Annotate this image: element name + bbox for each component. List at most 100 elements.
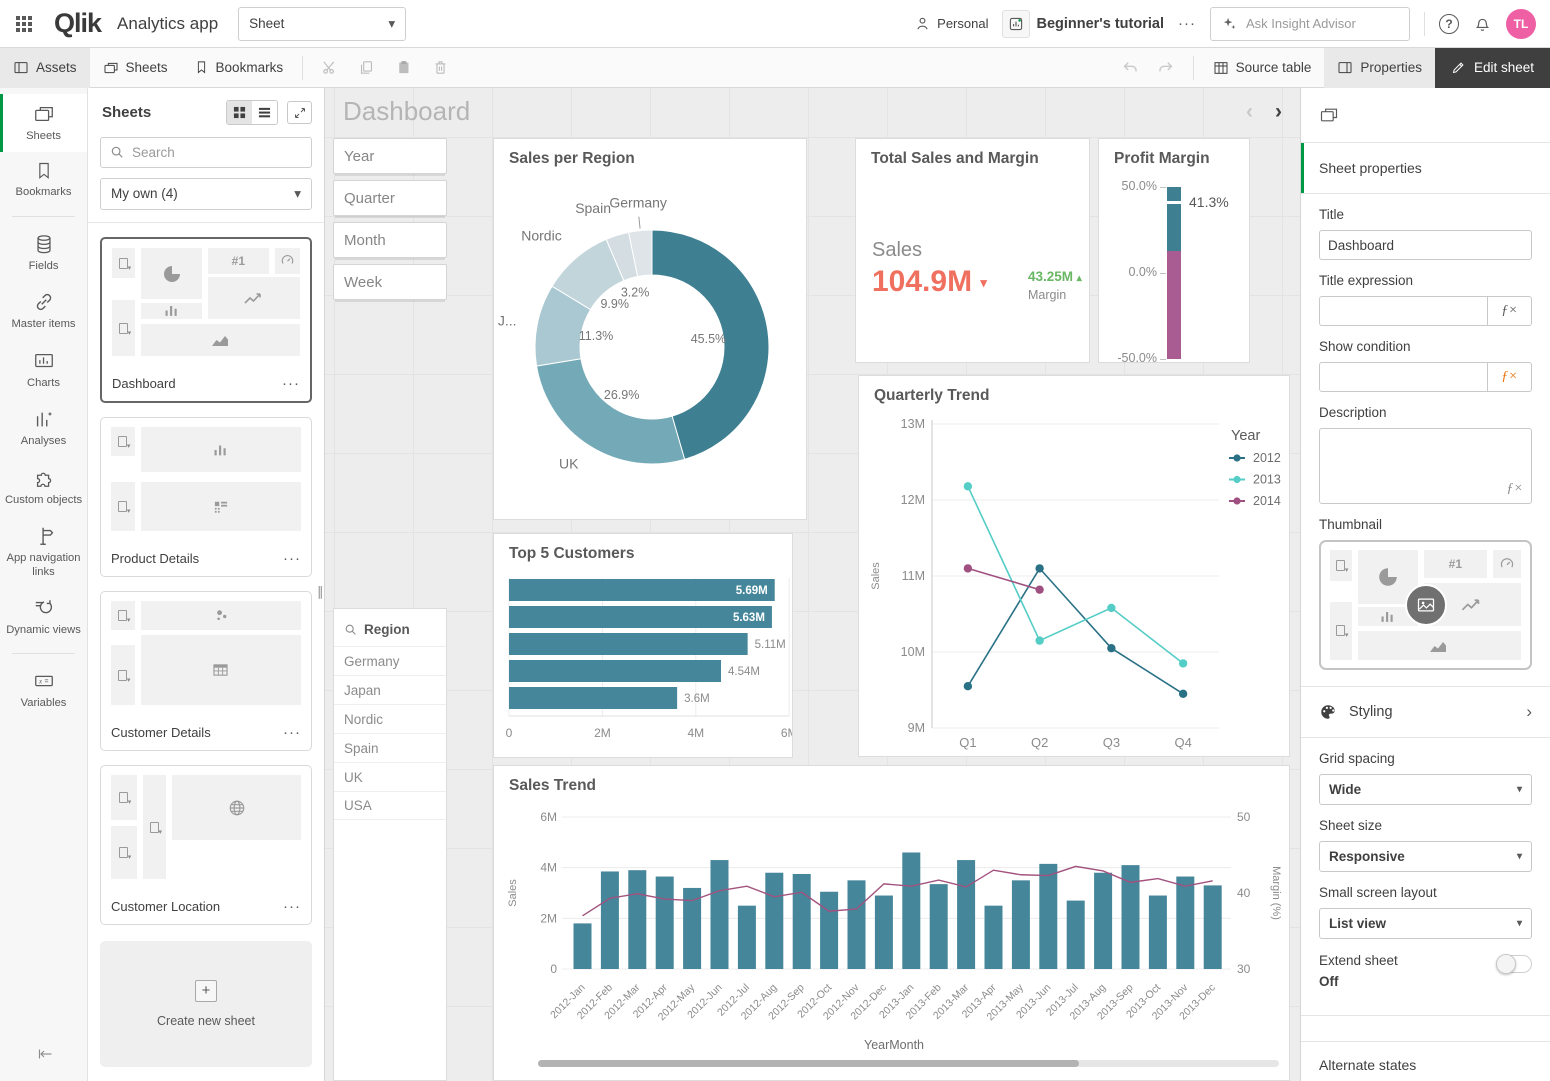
- qlik-logo[interactable]: Qlik: [54, 8, 101, 39]
- rail-item-custom-objects[interactable]: Custom objects: [0, 458, 87, 516]
- rail-item-variables[interactable]: x = Variables: [0, 661, 87, 719]
- sheets-search-input[interactable]: [132, 145, 282, 160]
- rail-item-analyses[interactable]: Analyses: [0, 399, 87, 457]
- tab-bookmarks[interactable]: Bookmarks: [181, 48, 297, 88]
- filter-pane-week[interactable]: Week: [333, 264, 447, 300]
- copy-icon[interactable]: [358, 59, 375, 76]
- bar-2012-Apr[interactable]: [656, 877, 674, 969]
- kpi-primary-value[interactable]: 104.9M ▾: [872, 265, 987, 299]
- thumbnail-preview[interactable]: #1: [1319, 540, 1532, 670]
- user-avatar[interactable]: TL: [1506, 9, 1536, 39]
- grid-spacing-select[interactable]: Wide ▾: [1319, 774, 1532, 805]
- bar-2012-Jan[interactable]: [574, 923, 592, 969]
- next-sheet-icon[interactable]: ›: [1275, 100, 1282, 124]
- bar-2012-Sep[interactable]: [793, 874, 811, 969]
- bar-2012-Jul[interactable]: [738, 906, 756, 969]
- fx-icon[interactable]: ƒ×: [1507, 481, 1523, 497]
- region-item-usa[interactable]: USA: [334, 791, 446, 820]
- filter-pane-year[interactable]: Year: [333, 138, 447, 174]
- line-point-2012[interactable]: [1179, 690, 1187, 698]
- bar-2013-Jul[interactable]: [1067, 901, 1085, 969]
- bar-2012-Jun[interactable]: [711, 860, 729, 969]
- sheet-size-select[interactable]: Responsive ▾: [1319, 841, 1532, 872]
- rail-item-dynamic-views[interactable]: Dynamic views: [0, 588, 87, 646]
- title-expression-input[interactable]: [1319, 296, 1488, 326]
- sheet-thumb-customer-location[interactable]: Customer Location ···: [100, 765, 312, 925]
- rail-item-fields[interactable]: Fields: [0, 224, 87, 282]
- bar-2013-Aug[interactable]: [1094, 873, 1112, 969]
- insight-advisor-input[interactable]: [1246, 16, 1386, 31]
- bar-2013-Jun[interactable]: [1039, 864, 1057, 969]
- filter-pane-quarter[interactable]: Quarter: [333, 180, 447, 216]
- sheet-selector[interactable]: Sheet ▾: [238, 7, 406, 41]
- region-item-uk[interactable]: UK: [334, 762, 446, 791]
- line-point-2013[interactable]: [964, 482, 972, 490]
- rail-item-charts[interactable]: Charts: [0, 341, 87, 399]
- alternate-states-section[interactable]: Alternate states: [1301, 1041, 1550, 1081]
- sheet-more-menu[interactable]: ···: [282, 375, 300, 392]
- rail-item-master-items[interactable]: Master items: [0, 282, 87, 340]
- collapse-panel-icon[interactable]: [0, 1029, 87, 1081]
- fx-expression-button[interactable]: ƒ×: [1488, 362, 1532, 392]
- scrollbar-thumb[interactable]: [538, 1060, 1079, 1067]
- grid-view-button[interactable]: [227, 101, 252, 124]
- bar-2013-Sep[interactable]: [1122, 865, 1140, 969]
- sheets-collection-filter[interactable]: My own (4) ▾: [100, 178, 312, 210]
- panel-resize-handle[interactable]: ∥: [317, 584, 324, 600]
- region-item-japan[interactable]: Japan: [334, 675, 446, 704]
- line-point-2013[interactable]: [1035, 636, 1043, 644]
- gauge-lower-segment[interactable]: [1167, 251, 1181, 359]
- filter-pane-month[interactable]: Month: [333, 222, 447, 258]
- line-point-2012[interactable]: [964, 682, 972, 690]
- fx-expression-button[interactable]: ƒ×: [1488, 296, 1532, 326]
- previous-sheet-icon[interactable]: ‹: [1246, 100, 1253, 124]
- bar-2012-Oct[interactable]: [820, 892, 838, 969]
- bar-2012-Dec[interactable]: [875, 896, 893, 969]
- sheet-more-menu[interactable]: ···: [283, 898, 301, 915]
- app-more-menu[interactable]: ···: [1178, 15, 1196, 32]
- cut-icon[interactable]: [321, 59, 338, 76]
- bar-customer-3[interactable]: [509, 633, 748, 655]
- sheet-more-menu[interactable]: ···: [283, 724, 301, 741]
- line-point-2012[interactable]: [1107, 644, 1115, 652]
- paste-icon[interactable]: [395, 59, 412, 76]
- bar-customer-5[interactable]: [509, 687, 677, 709]
- region-item-nordic[interactable]: Nordic: [334, 704, 446, 733]
- rail-item-sheets[interactable]: Sheets: [0, 94, 87, 152]
- edit-sheet-button[interactable]: Edit sheet: [1435, 48, 1550, 88]
- line-point-2014[interactable]: [964, 564, 972, 572]
- line-point-2014[interactable]: [1035, 585, 1043, 593]
- rail-item-app-navigation-links[interactable]: App navigation links: [0, 516, 87, 588]
- bar-2013-Jan[interactable]: [902, 852, 920, 969]
- bar-2013-Apr[interactable]: [985, 906, 1003, 969]
- create-new-sheet-button[interactable]: + Create new sheet: [100, 941, 312, 1067]
- app-title-group[interactable]: Beginner's tutorial: [1002, 10, 1164, 38]
- tab-assets[interactable]: Assets: [0, 48, 90, 88]
- sheet-thumb-product-details[interactable]: Product Details ···: [100, 417, 312, 577]
- extend-sheet-toggle[interactable]: [1496, 955, 1532, 973]
- kpi-secondary-value[interactable]: 43.25M ▴: [1028, 269, 1082, 284]
- bar-2013-Dec[interactable]: [1204, 885, 1222, 969]
- sheets-search[interactable]: [100, 137, 312, 168]
- line-point-2013[interactable]: [1179, 659, 1187, 667]
- bar-2012-Feb[interactable]: [601, 871, 619, 969]
- line-point-2013[interactable]: [1107, 604, 1115, 612]
- bar-2013-Feb[interactable]: [930, 884, 948, 969]
- donut-slice-UK[interactable]: [537, 359, 685, 464]
- notifications-bell-icon[interactable]: [1473, 14, 1492, 33]
- line-point-2012[interactable]: [1035, 564, 1043, 572]
- sheet-title-input[interactable]: [1319, 230, 1532, 260]
- gauge-upper-segment[interactable]: [1167, 187, 1181, 251]
- description-textarea[interactable]: ƒ×: [1319, 428, 1532, 504]
- chart-scrollbar[interactable]: [538, 1060, 1279, 1067]
- sheet-more-menu[interactable]: ···: [283, 550, 301, 567]
- region-item-spain[interactable]: Spain: [334, 733, 446, 762]
- bar-customer-4[interactable]: [509, 660, 721, 682]
- undo-icon[interactable]: [1121, 58, 1140, 77]
- styling-section[interactable]: Styling ›: [1301, 687, 1550, 738]
- small-screen-layout-select[interactable]: List view ▾: [1319, 908, 1532, 939]
- bar-2013-Oct[interactable]: [1149, 896, 1167, 969]
- app-launcher-icon[interactable]: [14, 14, 34, 34]
- help-icon[interactable]: ?: [1439, 14, 1459, 34]
- bar-2012-Mar[interactable]: [628, 870, 646, 969]
